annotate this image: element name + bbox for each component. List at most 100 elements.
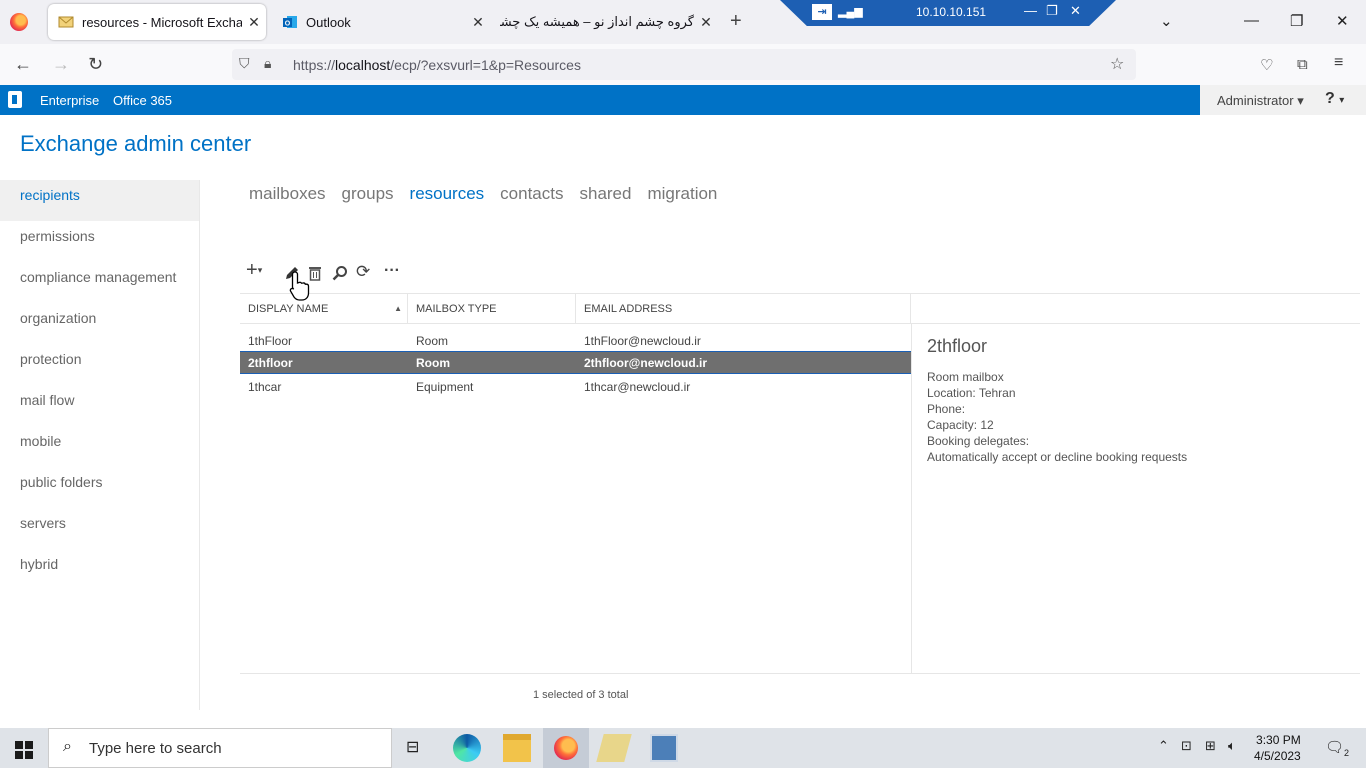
firefox-menu-icon[interactable] (10, 13, 28, 31)
nav-item-recipients[interactable]: recipients (0, 180, 199, 221)
details-pane: 2thfloor Room mailbox Location: Tehran P… (927, 336, 1188, 465)
search-placeholder: Type here to search (89, 740, 222, 757)
user-name: Administrator ▾ (1217, 93, 1304, 108)
tab-groups[interactable]: groups (342, 184, 394, 204)
close-tab-icon[interactable]: ✕ (694, 14, 718, 31)
rdp-host: 10.10.10.151 (916, 5, 987, 19)
back-arrow-icon[interactable]: ← (14, 54, 32, 75)
minimize-icon[interactable]: — (1244, 12, 1259, 29)
nav-item-mail-flow[interactable]: mail flow (0, 385, 199, 426)
nav-item-mobile[interactable]: mobile (0, 426, 199, 467)
tab-contacts[interactable]: contacts (500, 184, 563, 204)
hand-cursor-icon (289, 271, 310, 301)
pin-icon[interactable]: ⇥ (812, 4, 832, 20)
firefox-taskbar-button[interactable] (543, 728, 589, 768)
tab-shared[interactable]: shared (579, 184, 631, 204)
exchange-envelope-icon (58, 16, 74, 28)
details-line-booking: Automatically accept or decline booking … (927, 450, 1188, 464)
extensions-icon[interactable]: ⧉ (1297, 56, 1308, 73)
list-tabs-icon[interactable]: ⌄ (1160, 12, 1173, 30)
windows-taskbar: ⌕ Type here to search ⊟ ⌃ ⊡ ⊞ 🔈︎ 3:30 PM… (0, 728, 1366, 768)
user-menu[interactable]: Administrator ▾ ? ▾ (1200, 85, 1366, 115)
close-window-icon[interactable]: ✕ (1336, 12, 1349, 30)
page-title: Exchange admin center (20, 131, 252, 156)
forward-arrow-icon[interactable]: → (52, 54, 70, 75)
task-view-icon[interactable]: ⊟ (406, 737, 419, 757)
edge-icon[interactable] (453, 734, 481, 762)
url-bar[interactable]: ⛉ 🔒︎ https://localhost/ecp/?exsvurl=1&p=… (232, 49, 1136, 80)
network-warning-icon[interactable]: ⊡ (1181, 738, 1192, 754)
details-title: 2thfloor (927, 336, 988, 356)
details-divider (911, 324, 912, 673)
cell-email-address: 1thFloor@newcloud.ir (584, 334, 701, 348)
tab-title: resources - Microsoft Exchange (82, 14, 242, 30)
tab-resources[interactable]: resources (410, 184, 485, 204)
column-display-name[interactable]: DISPLAY NAME ▲ (240, 294, 408, 324)
rdp-restore-icon[interactable]: ❐ (1046, 3, 1058, 19)
volume-muted-icon[interactable]: 🔈︎ (1228, 738, 1236, 754)
signal-icon: ▂▄▆ (838, 6, 863, 18)
close-tab-icon[interactable]: ✕ (466, 14, 490, 31)
file-explorer-icon[interactable] (503, 734, 531, 762)
browser-tab-strip: resources - Microsoft Exchange ✕ O Outlo… (0, 0, 1366, 44)
show-hidden-icons[interactable]: ⌃ (1158, 738, 1169, 754)
nav-item-public-folders[interactable]: public folders (0, 467, 199, 508)
tab-migration[interactable]: migration (647, 184, 717, 204)
cell-display-name: 1thcar (248, 380, 282, 394)
selection-status: 1 selected of 3 total (533, 689, 629, 701)
tab-title: گروه چشم انداز نو – همیشه یک چشم (500, 14, 694, 29)
pocket-icon[interactable]: ♡ (1260, 56, 1273, 74)
shield-icon[interactable]: ⛉ (239, 55, 250, 72)
details-line-delegates: Booking delegates: (927, 434, 1030, 448)
clock-time: 3:30 PM (1256, 733, 1301, 747)
nav-item-organization[interactable]: organization (0, 303, 199, 344)
outlook-icon: O (283, 16, 297, 28)
office-logo-icon (8, 91, 22, 108)
tab-outlook[interactable]: O Outlook ✕ (272, 4, 490, 40)
taskbar-search-box[interactable]: ⌕ Type here to search (48, 728, 392, 768)
close-tab-icon[interactable]: ✕ (242, 14, 266, 31)
reload-icon[interactable]: ↻ (88, 54, 103, 75)
table-row[interactable]: 1thcar Equipment 1thcar@newcloud.ir (240, 375, 911, 398)
windows-start-button[interactable] (0, 728, 48, 768)
server-manager-icon[interactable] (596, 734, 632, 762)
column-mailbox-type[interactable]: MAILBOX TYPE (408, 294, 576, 324)
nav-item-servers[interactable]: servers (0, 508, 199, 549)
clock-date: 4/5/2023 (1254, 749, 1301, 763)
refresh-icon[interactable]: ⟳ (356, 262, 370, 282)
nav-item-compliance-management[interactable]: compliance management (0, 262, 199, 303)
search-icon[interactable] (332, 265, 348, 281)
network-icon[interactable]: ⊞ (1205, 738, 1216, 754)
help-icon[interactable]: ? ▾ (1325, 90, 1344, 108)
system-clock[interactable]: 3:30 PM 4/5/2023 (1254, 732, 1301, 764)
firefox-icon (554, 736, 578, 760)
enterprise-link[interactable]: Enterprise (40, 93, 99, 108)
tab-mailboxes[interactable]: mailboxes (249, 184, 326, 204)
lock-icon[interactable]: 🔒︎ (264, 55, 271, 72)
cell-email-address: 1thcar@newcloud.ir (584, 380, 691, 394)
menu-icon[interactable]: ≡ (1334, 54, 1343, 72)
tab-persian-site[interactable]: گروه چشم انداز نو – همیشه یک چشم ✕ (500, 4, 718, 40)
office365-link[interactable]: Office 365 (113, 93, 172, 108)
table-row-selected[interactable]: 2thfloor Room 2thfloor@newcloud.ir (240, 351, 911, 374)
column-email-address[interactable]: EMAIL ADDRESS (576, 294, 911, 324)
svg-text:O: O (285, 21, 291, 28)
new-tab-button[interactable]: + (730, 10, 742, 32)
nav-item-protection[interactable]: protection (0, 344, 199, 385)
sort-ascending-icon: ▲ (394, 304, 402, 313)
restore-icon[interactable]: ❐ (1290, 12, 1303, 30)
rdp-close-icon[interactable]: ✕ (1070, 3, 1081, 19)
grid-bottom-divider (240, 673, 1360, 674)
table-row[interactable]: 1thFloor Room 1thFloor@newcloud.ir (240, 329, 911, 352)
remote-desktop-icon[interactable] (650, 734, 678, 762)
nav-item-permissions[interactable]: permissions (0, 221, 199, 262)
bookmark-star-icon[interactable]: ☆ (1110, 54, 1124, 74)
exchange-header-bar: Enterprise Office 365 (0, 85, 1200, 115)
nav-item-hybrid[interactable]: hybrid (0, 549, 199, 590)
rdp-minimize-icon[interactable]: — (1024, 3, 1037, 18)
tab-exchange[interactable]: resources - Microsoft Exchange ✕ (48, 4, 266, 40)
rdp-connection-bar: ⇥ ▂▄▆ 10.10.10.151 — ❐ ✕ (780, 0, 1116, 26)
notifications-icon[interactable]: 🗨︎2 (1325, 738, 1349, 758)
more-options-icon[interactable]: ··· (384, 262, 400, 280)
add-icon[interactable]: +▾ (246, 259, 262, 282)
